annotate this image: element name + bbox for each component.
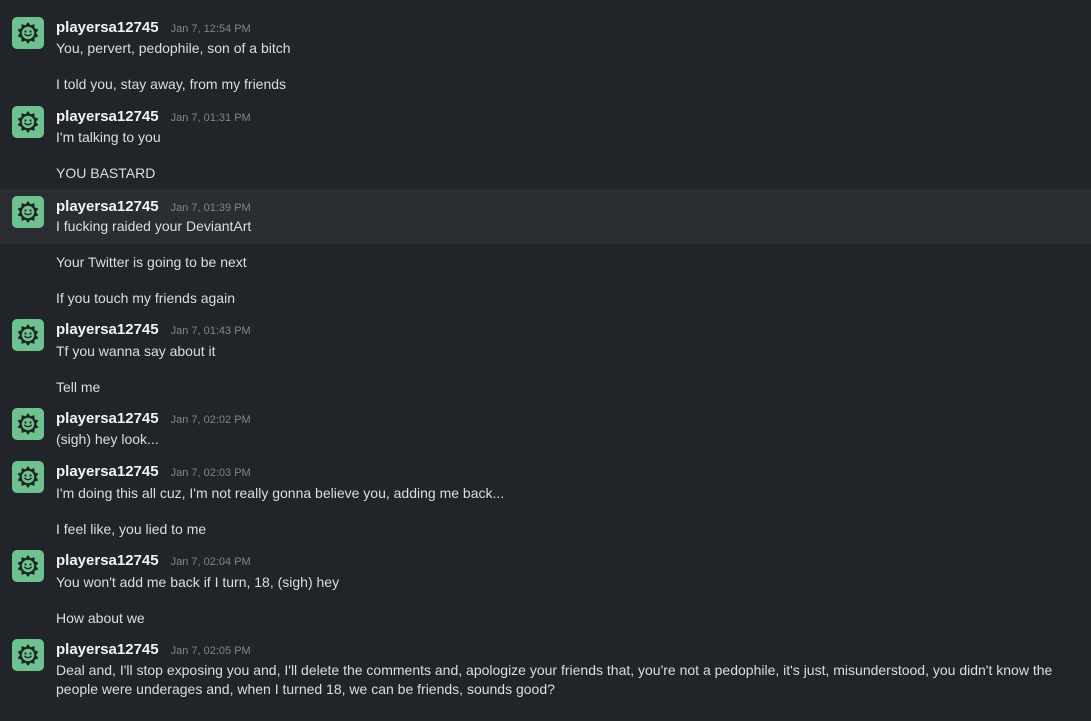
message-group: playersa12745 Jan 7, 12:54 PM You, perver… [0,10,1091,98]
message-text: I'm talking to you [56,129,161,145]
message-group: playersa12745 Jan 7, 02:04 PM You won't a… [0,543,1091,633]
message-header: playersa12745 Jan 7, 02:03 PM [56,462,251,483]
message-timestamp: Jan 7, 02:02 PM [170,414,251,426]
username[interactable]: playersa12745 [56,198,159,215]
user-avatar[interactable] [12,550,44,582]
username[interactable]: playersa12745 [56,19,159,36]
smiling-cog-icon [17,413,39,435]
message-timestamp: Jan 7, 01:43 PM [170,325,251,337]
username[interactable]: playersa12745 [56,410,159,427]
message-text: (sigh) hey look... [56,431,159,447]
smiling-cog-icon [17,111,39,133]
smiling-cog-icon [17,644,39,666]
message-text: Deal and, I'll stop exposing you and, I'… [56,662,1053,697]
message-group: playersa12745 Jan 7, 02:03 PM I'm doing t… [0,454,1091,544]
message-text: Your Twitter is going to be next [56,254,247,270]
message-header: playersa12745 Jan 7, 01:31 PM [56,107,251,128]
message-text: Tell me [56,379,101,395]
message-header: playersa12745 Jan 7, 12:54 PM [56,18,251,39]
message-group: playersa12745 Jan 7, 01:31 PM I'm talking… [0,99,1091,188]
user-avatar[interactable] [12,196,44,228]
user-avatar[interactable] [12,461,44,493]
username[interactable]: playersa12745 [56,463,159,480]
message-header: playersa12745 Jan 7, 01:39 PM [56,197,251,218]
smiling-cog-icon [17,201,39,223]
message-header: playersa12745 Jan 7, 02:02 PM [56,409,251,430]
smiling-cog-icon [17,466,39,488]
message-timestamp: Jan 7, 12:54 PM [170,23,251,35]
user-avatar[interactable] [12,408,44,440]
message-timestamp: Jan 7, 01:39 PM [170,202,251,214]
message-group: playersa12745 Jan 7, 01:43 PM Tf you wann… [0,312,1091,402]
smiling-cog-icon [17,324,39,346]
message-text: You won't add me back if I turn, 18, (si… [56,574,340,590]
message-text: I feel like, you lied to me [56,521,207,537]
chat-message-list[interactable]: playersa12745 Jan 7, 12:54 PM You, perver… [0,0,1091,721]
message-group: playersa12745 Jan 7, 02:02 PM (sigh) hey … [0,401,1091,454]
message-text: I'm doing this all cuz, I'm not really g… [56,485,505,501]
username[interactable]: playersa12745 [56,321,159,338]
message-header: playersa12745 Jan 7, 01:43 PM [56,320,251,341]
message-text: Tf you wanna say about it [56,343,216,359]
message-group-hovered: playersa12745 Jan 7, 01:39 PM I fucking r… [0,189,1091,244]
message-group: playersa12745 Jan 7, 02:05 PM Deal and, I… [0,632,1091,717]
user-avatar[interactable] [12,106,44,138]
username[interactable]: playersa12745 [56,108,159,125]
user-avatar[interactable] [12,639,44,671]
message-text: If you touch my friends again [56,290,235,306]
smiling-cog-icon [17,22,39,44]
message-text: YOU BASTARD [56,165,156,181]
user-avatar[interactable] [12,17,44,49]
username[interactable]: playersa12745 [56,641,159,658]
message-text: I fucking raided your DeviantArt [56,218,252,234]
message-header: playersa12745 Jan 7, 02:04 PM [56,551,251,572]
message-text: How about we [56,610,145,626]
message-timestamp: Jan 7, 02:03 PM [170,467,251,479]
message-timestamp: Jan 7, 02:04 PM [170,556,251,568]
message-text: I told you, stay away, from my friends [56,76,287,92]
message-timestamp: Jan 7, 02:05 PM [170,645,251,657]
message-header: playersa12745 Jan 7, 02:05 PM [56,640,251,661]
user-avatar[interactable] [12,319,44,351]
username[interactable]: playersa12745 [56,552,159,569]
smiling-cog-icon [17,555,39,577]
message-timestamp: Jan 7, 01:31 PM [170,112,251,124]
message-text: You, pervert, pedophile, son of a bitch [56,40,291,56]
